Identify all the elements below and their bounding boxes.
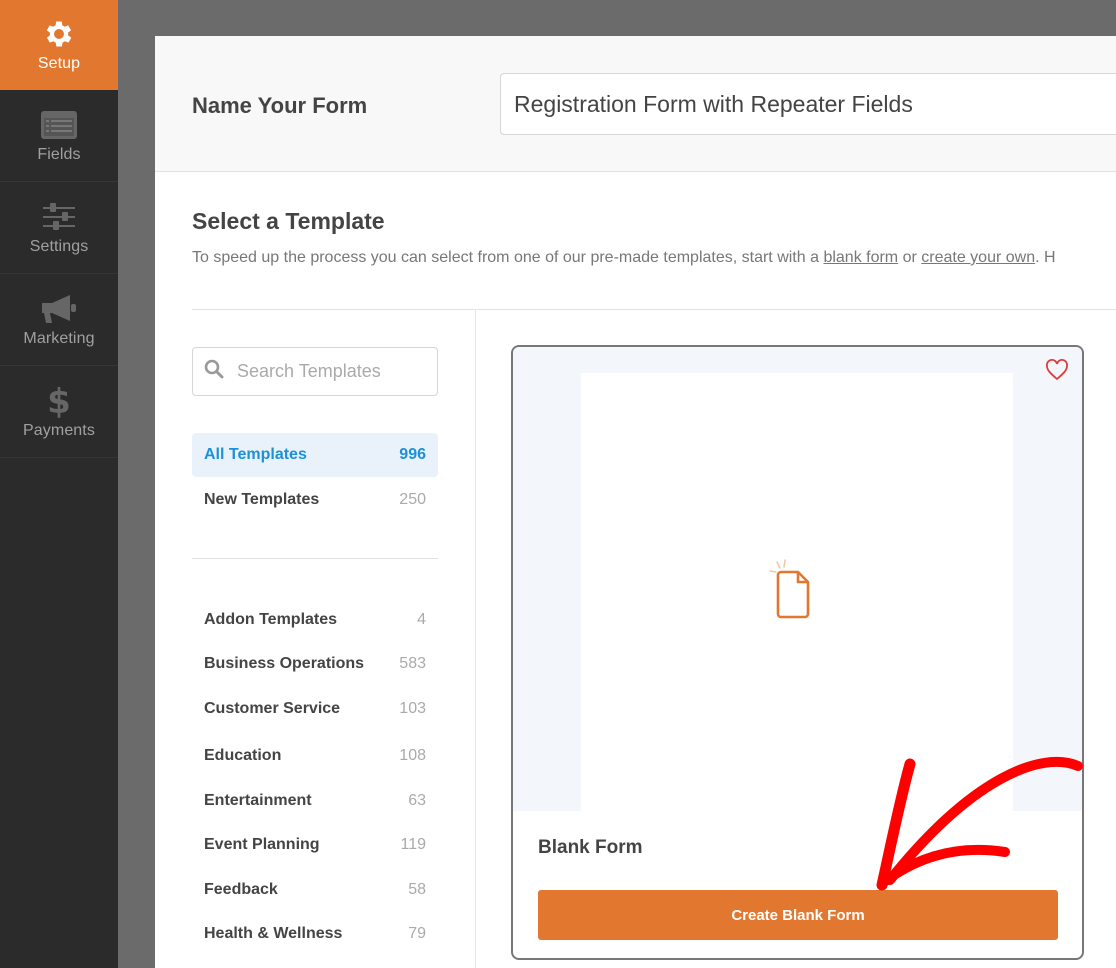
category-name: Health & Wellness [204, 925, 343, 942]
document-icon [765, 558, 821, 625]
heart-icon[interactable] [1045, 359, 1069, 386]
category-count: 58 [408, 881, 426, 898]
category-name: Education [204, 747, 282, 764]
category-item[interactable]: Customer Service 103 [192, 687, 438, 731]
category-name: All Templates [204, 446, 307, 463]
category-name: Feedback [204, 881, 278, 898]
template-header: Select a Template To speed up the proces… [192, 208, 1056, 267]
category-name: Addon Templates [204, 611, 338, 628]
form-name-bar: Name Your Form [155, 36, 1116, 172]
section-divider [192, 309, 1116, 310]
template-card-blank-form[interactable]: Blank Form Create Blank Form [511, 345, 1084, 960]
template-preview [513, 347, 1082, 811]
description-text: To speed up the process you can select f… [192, 249, 824, 266]
megaphone-icon [40, 292, 78, 326]
fields-list-icon [40, 108, 78, 142]
template-section-description: To speed up the process you can select f… [192, 249, 1056, 267]
category-all-templates[interactable]: All Templates 996 [192, 433, 438, 477]
create-blank-form-button[interactable]: Create Blank Form [538, 890, 1058, 940]
category-name: Entertainment [204, 792, 312, 809]
category-item[interactable]: Health & Wellness 79 [192, 912, 438, 956]
form-name-label: Name Your Form [192, 93, 368, 118]
sidebar-item-fields[interactable]: Fields [0, 90, 118, 182]
description-text: . H [1035, 249, 1056, 266]
category-count: 250 [399, 491, 426, 508]
category-item[interactable]: Feedback 58 [192, 868, 438, 912]
description-text: or [898, 249, 922, 266]
sliders-icon [42, 200, 76, 234]
sidebar-item-settings[interactable]: Settings [0, 182, 118, 274]
sidebar-item-label: Marketing [23, 329, 95, 347]
sidebar-item-setup[interactable]: Setup [0, 0, 118, 90]
category-name: New Templates [204, 491, 320, 508]
category-new-templates[interactable]: New Templates 250 [192, 478, 438, 522]
category-count: 119 [400, 836, 426, 853]
category-name: Customer Service [204, 700, 341, 717]
blank-form-link[interactable]: blank form [823, 249, 898, 266]
category-count: 79 [408, 925, 426, 942]
builder-sidebar: Setup Fields Settings Marketing $ Paymen… [0, 0, 118, 968]
category-divider [192, 558, 438, 559]
form-name-input[interactable] [500, 73, 1116, 135]
template-section-title: Select a Template [192, 208, 385, 234]
category-item[interactable]: Education 108 [192, 734, 438, 778]
category-item[interactable]: Addon Templates 4 [192, 598, 438, 642]
category-item[interactable]: Entertainment 63 [192, 779, 438, 823]
sidebar-item-label: Payments [23, 421, 95, 439]
sidebar-item-label: Settings [29, 237, 89, 255]
category-count: 4 [417, 611, 426, 628]
setup-panel: Name Your Form Select a Template To spee… [155, 36, 1116, 968]
sidebar-item-label: Fields [37, 145, 81, 163]
category-item[interactable]: Event Planning 119 [192, 823, 438, 867]
svg-text:$: $ [47, 382, 71, 420]
category-item[interactable]: Business Operations 583 [192, 642, 438, 686]
category-count: 63 [408, 792, 426, 809]
search-icon [204, 359, 224, 384]
category-name: Event Planning [204, 836, 320, 853]
category-name: Business Operations [204, 655, 365, 672]
gear-icon [42, 17, 76, 51]
category-count: 583 [399, 655, 426, 672]
template-search[interactable] [192, 347, 438, 396]
dollar-icon: $ [47, 382, 71, 420]
category-count: 996 [399, 446, 426, 463]
create-your-own-link[interactable]: create your own [921, 249, 1035, 266]
sidebar-item-marketing[interactable]: Marketing [0, 274, 118, 366]
sidebar-item-label: Setup [37, 54, 81, 72]
search-input[interactable] [237, 361, 427, 382]
category-count: 103 [399, 700, 426, 717]
sidebar-item-payments[interactable]: $ Payments [0, 366, 118, 458]
column-divider [475, 310, 476, 968]
template-card-title: Blank Form [538, 837, 643, 858]
category-count: 108 [399, 747, 426, 764]
